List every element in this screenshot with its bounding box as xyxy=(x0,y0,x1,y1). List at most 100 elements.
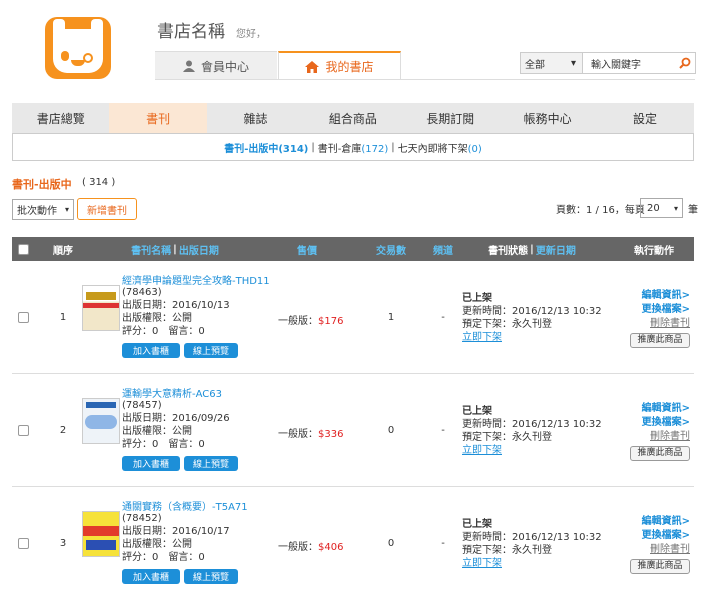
cover-band xyxy=(83,302,119,308)
price-cell: 一般版：$336 xyxy=(278,425,343,440)
subnav-storage[interactable]: 書刊-倉庫(172) xyxy=(318,140,389,155)
col-name-sep: | xyxy=(173,243,177,255)
table-row: 2 運輸學大意精析-AC63 (78457) 出版日期：2016/09/26 出… xyxy=(12,375,694,487)
book-pubdate: 出版日期：2016/10/13 xyxy=(122,300,230,311)
channel-value: - xyxy=(441,425,445,436)
nav-overview[interactable]: 書店總覽 xyxy=(12,103,109,133)
top-tabs: 會員中心 我的書店 xyxy=(155,51,401,80)
status-cell: 已上架 更新時間：2016/12/13 10:32 預定下架：永久刊登 立即下架 xyxy=(462,405,602,457)
row-index: 1 xyxy=(59,312,67,323)
book-cover[interactable] xyxy=(82,398,120,444)
cover-band xyxy=(83,526,119,536)
home-icon xyxy=(305,60,320,73)
tab-member-center[interactable]: 會員中心 xyxy=(155,51,277,80)
book-permission: 出版權限：公開 xyxy=(122,426,192,437)
edit-info-link[interactable]: 編輯資訊> xyxy=(630,515,690,529)
book-cover[interactable] xyxy=(82,511,120,557)
book-rating: 評分：0 留言：0 xyxy=(122,439,205,450)
search-input[interactable]: 輸入關鍵字 xyxy=(583,53,675,73)
col-pubdate-label[interactable]: 出版日期 xyxy=(179,242,219,257)
col-transactions[interactable]: 交易數 xyxy=(374,237,408,261)
tab-my-store[interactable]: 我的書店 xyxy=(278,51,401,80)
book-code: (78457) xyxy=(122,400,162,411)
batch-action-select[interactable]: 批次動作 ▾ xyxy=(12,199,74,220)
book-title-link[interactable]: 通關實務（含概要）-T5A71 xyxy=(122,498,248,513)
delete-book-link[interactable]: 刪除書刊 xyxy=(630,317,690,331)
book-cover[interactable] xyxy=(82,285,120,331)
col-name-label[interactable]: 書刊名稱 xyxy=(131,242,171,257)
transaction-count: 0 xyxy=(387,538,395,549)
row-actions: 編輯資訊> 更換檔案> 刪除書刊 推廣此商品 xyxy=(630,515,690,574)
add-to-shelf-button[interactable]: 加入書櫃 xyxy=(122,456,180,471)
select-all-checkbox[interactable] xyxy=(17,243,29,255)
nav-subscriptions[interactable]: 長期訂閱 xyxy=(402,103,499,133)
dropdown-caret-icon: ▾ xyxy=(570,57,576,69)
row-checkbox[interactable] xyxy=(18,425,29,436)
row-checkbox[interactable] xyxy=(18,312,29,323)
offline-now-link[interactable]: 立即下架 xyxy=(462,444,602,457)
offline-now-link[interactable]: 立即下架 xyxy=(462,331,602,344)
nav-bundles[interactable]: 組合商品 xyxy=(304,103,401,133)
row-checkbox[interactable] xyxy=(18,538,29,549)
row-actions: 編輯資訊> 更換檔案> 刪除書刊 推廣此商品 xyxy=(630,402,690,461)
store-logo[interactable] xyxy=(45,17,111,79)
per-page-unit: 筆 xyxy=(688,205,698,216)
add-book-button[interactable]: 新增書刊 xyxy=(77,198,137,220)
col-channel[interactable]: 頻道 xyxy=(430,237,456,261)
subnav-expiring[interactable]: 七天內即將下架(0) xyxy=(398,140,482,155)
promote-button[interactable]: 推廣此商品 xyxy=(630,446,690,461)
add-to-shelf-button[interactable]: 加入書櫃 xyxy=(122,569,180,584)
offline-now-link[interactable]: 立即下架 xyxy=(462,557,602,570)
promote-button[interactable]: 推廣此商品 xyxy=(630,333,690,348)
subnav-storage-count: (172) xyxy=(361,143,389,155)
col-status-label: 書刊狀態 xyxy=(488,245,529,257)
replace-file-link[interactable]: 更換檔案> xyxy=(630,529,690,543)
table-row: 1 經濟學申論題型完全攻略-THD11 (78463) 出版日期：2016/10… xyxy=(12,262,694,374)
book-pubdate: 出版日期：2016/10/17 xyxy=(122,526,230,537)
online-preview-button[interactable]: 線上預覽 xyxy=(184,569,238,584)
per-page-select[interactable]: 20 ▾ xyxy=(640,198,683,218)
delete-book-link[interactable]: 刪除書刊 xyxy=(630,543,690,557)
replace-file-link[interactable]: 更換檔案> xyxy=(630,303,690,317)
online-preview-button[interactable]: 線上預覽 xyxy=(184,343,238,358)
price-label: 一般版： xyxy=(278,429,318,440)
nav-settings[interactable]: 設定 xyxy=(596,103,693,133)
book-rating: 評分：0 留言：0 xyxy=(122,326,205,337)
book-title-link[interactable]: 運輸學大意精析-AC63 xyxy=(122,385,222,400)
sub-nav: 書刊-出版中(314) | 書刊-倉庫(172) | 七天內即將下架(0) xyxy=(12,133,694,161)
tab-member-label: 會員中心 xyxy=(200,59,249,74)
promote-button[interactable]: 推廣此商品 xyxy=(630,559,690,574)
edit-info-link[interactable]: 編輯資訊> xyxy=(630,289,690,303)
subnav-published[interactable]: 書刊-出版中(314) xyxy=(224,140,308,155)
search-category-select[interactable]: 全部 ▾ xyxy=(521,53,583,73)
book-title-link[interactable]: 經濟學申論題型完全攻略-THD11 xyxy=(122,272,270,287)
delete-book-link[interactable]: 刪除書刊 xyxy=(630,430,690,444)
search-button[interactable] xyxy=(675,53,695,73)
status-cell: 已上架 更新時間：2016/12/13 10:32 預定下架：永久刊登 立即下架 xyxy=(462,292,602,344)
nav-books[interactable]: 書刊 xyxy=(109,103,207,133)
section-count: ( 314 ) xyxy=(82,177,116,188)
price-value: $406 xyxy=(318,542,344,553)
header-check-cell xyxy=(17,237,29,261)
edit-info-link[interactable]: 編輯資訊> xyxy=(630,402,690,416)
cover-title-block xyxy=(86,402,116,408)
price-value: $336 xyxy=(318,429,344,440)
book-meta: (78457) 出版日期：2016/09/26 出版權限：公開 評分：0 留言：… xyxy=(122,399,230,451)
price-cell: 一般版：$176 xyxy=(278,312,343,327)
nav-accounting[interactable]: 帳務中心 xyxy=(499,103,596,133)
user-icon xyxy=(182,60,195,72)
book-code: (78463) xyxy=(122,287,162,298)
replace-file-link[interactable]: 更換檔案> xyxy=(630,416,690,430)
status-badge: 已上架 xyxy=(462,406,492,417)
col-order[interactable]: 順序 xyxy=(48,237,78,261)
search-category-value: 全部 xyxy=(525,59,545,71)
status-badge: 已上架 xyxy=(462,293,492,304)
col-price[interactable]: 售價 xyxy=(292,237,322,261)
channel-value: - xyxy=(441,538,445,549)
book-cover-art xyxy=(83,399,119,443)
main-nav: 書店總覽 書刊 雜誌 組合商品 長期訂閱 帳務中心 設定 xyxy=(12,103,694,133)
add-to-shelf-button[interactable]: 加入書櫃 xyxy=(122,343,180,358)
online-preview-button[interactable]: 線上預覽 xyxy=(184,456,238,471)
nav-magazines[interactable]: 雜誌 xyxy=(207,103,304,133)
col-updated-label[interactable]: 更新日期 xyxy=(536,242,576,257)
